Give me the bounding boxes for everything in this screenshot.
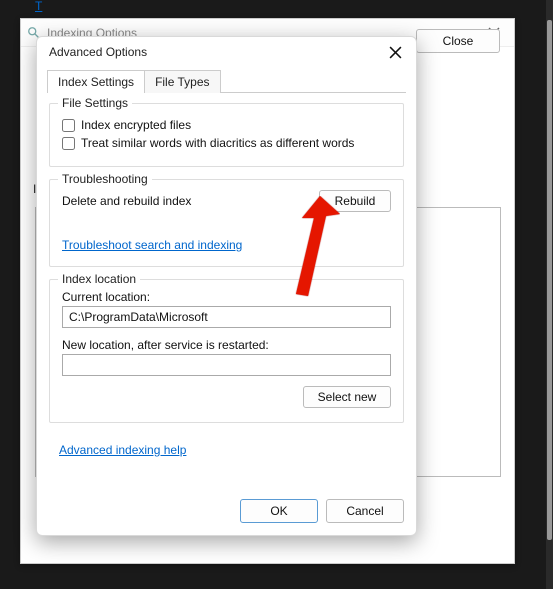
tab-file-types[interactable]: File Types (145, 70, 220, 93)
advanced-options-title: Advanced Options (49, 45, 147, 59)
diacritics-checkbox[interactable]: Treat similar words with diacritics as d… (62, 136, 391, 150)
select-new-button[interactable]: Select new (303, 386, 391, 408)
index-location-group: Index location Current location: New loc… (49, 279, 404, 423)
rebuild-label: Delete and rebuild index (62, 194, 191, 208)
index-location-legend: Index location (58, 272, 140, 286)
troubleshooting-group: Troubleshooting Delete and rebuild index… (49, 179, 404, 267)
advanced-options-close-button[interactable] (382, 39, 408, 65)
ok-button[interactable]: OK (240, 499, 318, 523)
advanced-tabs: Index Settings File Types (47, 69, 406, 93)
file-settings-group: File Settings Index encrypted files Trea… (49, 103, 404, 167)
file-settings-legend: File Settings (58, 96, 132, 110)
tab-index-settings[interactable]: Index Settings (47, 70, 145, 93)
new-location-label: New location, after service is restarted… (62, 338, 391, 352)
troubleshooting-legend: Troubleshooting (58, 172, 152, 186)
index-encrypted-files-input[interactable] (62, 119, 75, 132)
advanced-indexing-help-link[interactable]: Advanced indexing help (59, 443, 186, 457)
index-encrypted-files-label: Index encrypted files (81, 118, 191, 132)
diacritics-label: Treat similar words with diacritics as d… (81, 136, 354, 150)
current-location-label: Current location: (62, 290, 391, 304)
page-scrollbar[interactable] (546, 0, 553, 589)
diacritics-input[interactable] (62, 137, 75, 150)
index-encrypted-files-checkbox[interactable]: Index encrypted files (62, 118, 391, 132)
tab-panel-index-settings: File Settings Index encrypted files Trea… (37, 93, 416, 441)
advanced-options-titlebar: Advanced Options (37, 37, 416, 67)
parent-link-t[interactable]: T (35, 0, 44, 13)
troubleshoot-link[interactable]: Troubleshoot search and indexing (62, 238, 242, 252)
new-location-input[interactable] (62, 354, 391, 376)
current-location-input[interactable] (62, 306, 391, 328)
rebuild-button[interactable]: Rebuild (319, 190, 391, 212)
close-button[interactable]: Close (416, 29, 500, 53)
advanced-options-dialog: Advanced Options Index Settings File Typ… (36, 36, 417, 536)
cancel-button[interactable]: Cancel (326, 499, 404, 523)
